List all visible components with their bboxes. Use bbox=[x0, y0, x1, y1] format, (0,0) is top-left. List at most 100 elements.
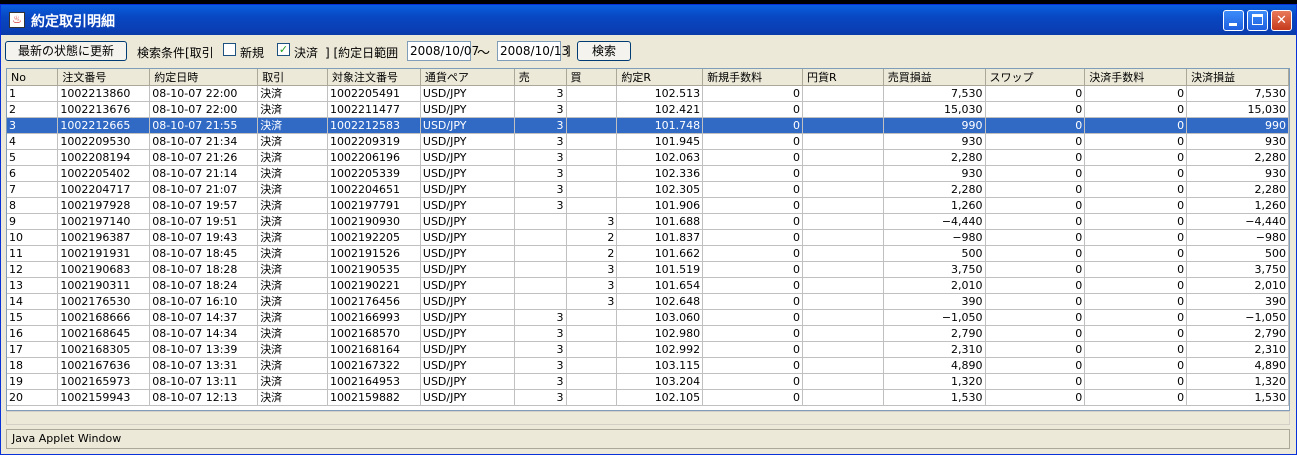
table-cell: 15,030 bbox=[1186, 101, 1289, 118]
table-cell: 1002192205 bbox=[327, 229, 421, 246]
table-cell: 10 bbox=[7, 229, 59, 246]
column-header[interactable]: 約定日時 bbox=[149, 69, 259, 86]
table-row[interactable]: 9 1002197140 08-10-07 19:51 決済 1002190930 USD… bbox=[7, 213, 1289, 230]
table-cell bbox=[566, 197, 618, 214]
table-cell: 3 bbox=[514, 341, 567, 358]
maximize-button[interactable] bbox=[1247, 10, 1268, 31]
table-row[interactable]: 12 1002190683 08-10-07 18:28 決済 1002190535 US… bbox=[7, 261, 1289, 278]
table-cell: 0 bbox=[1084, 165, 1188, 182]
table-row[interactable]: 4 1002209530 08-10-07 21:34 決済 1002209319 USD… bbox=[7, 133, 1289, 150]
table-row[interactable]: 5 1002208194 08-10-07 21:26 決済 1002206196 USD… bbox=[7, 149, 1289, 166]
close-button[interactable]: ✕ bbox=[1271, 10, 1292, 31]
column-header[interactable]: スワップ bbox=[985, 69, 1086, 86]
table-cell: 0 bbox=[1084, 261, 1188, 278]
table-row[interactable]: 3 1002212665 08-10-07 21:55 決済 1002212583 USD… bbox=[7, 117, 1289, 134]
date-to-input[interactable]: 2008/10/13 bbox=[497, 41, 569, 61]
horizontal-scrollbar[interactable] bbox=[6, 411, 1290, 425]
table-cell bbox=[566, 165, 618, 182]
table-cell: 0 bbox=[1084, 197, 1188, 214]
table-cell: 1002197928 bbox=[57, 197, 151, 214]
table-row[interactable]: 14 1002176530 08-10-07 16:10 決済 1002176456 US… bbox=[7, 293, 1289, 310]
table-row[interactable]: 16 1002168645 08-10-07 14:34 決済 1002168570 US… bbox=[7, 325, 1289, 342]
table-cell: USD/JPY bbox=[420, 389, 515, 406]
date-range-label: ] [約定日範囲 bbox=[325, 46, 399, 60]
table-cell: USD/JPY bbox=[420, 165, 515, 182]
table-row[interactable]: 2 1002213676 08-10-07 22:00 決済 1002211477 USD… bbox=[7, 101, 1289, 118]
column-header[interactable]: 約定R bbox=[616, 69, 704, 86]
table-row[interactable]: 19 1002165973 08-10-07 13:11 決済 1002164953 US… bbox=[7, 373, 1289, 390]
table-cell: 102.421 bbox=[616, 101, 704, 118]
table-cell: 0 bbox=[1084, 101, 1188, 118]
table-cell: 2,310 bbox=[1186, 341, 1289, 358]
column-header[interactable]: 取引 bbox=[257, 69, 328, 86]
table-cell: 4,890 bbox=[1186, 357, 1289, 374]
column-header[interactable]: 決済損益 bbox=[1186, 69, 1289, 86]
table-row[interactable]: 10 1002196387 08-10-07 19:43 決済 1002192205 US… bbox=[7, 229, 1289, 246]
table-cell: 103.204 bbox=[616, 373, 704, 390]
table-row[interactable]: 6 1002205402 08-10-07 21:14 決済 1002205339 USD… bbox=[7, 165, 1289, 182]
table-cell bbox=[514, 261, 567, 278]
refresh-button[interactable]: 最新の状態に更新 bbox=[5, 41, 127, 61]
table-cell: 0 bbox=[702, 309, 803, 326]
table-cell bbox=[514, 213, 567, 230]
table-cell bbox=[802, 341, 884, 358]
column-header[interactable]: 買 bbox=[566, 69, 618, 86]
column-header[interactable]: 売 bbox=[514, 69, 567, 86]
table-cell: 1002164953 bbox=[327, 373, 421, 390]
column-header[interactable]: No bbox=[7, 69, 59, 86]
table-row[interactable]: 20 1002159943 08-10-07 12:13 決済 1002159882 US… bbox=[7, 389, 1289, 406]
table-cell: 101.662 bbox=[616, 245, 704, 262]
table-row[interactable]: 11 1002191931 08-10-07 18:45 決済 1002191526 US… bbox=[7, 245, 1289, 262]
column-header[interactable]: 売買損益 bbox=[883, 69, 986, 86]
table-row[interactable]: 7 1002204717 08-10-07 21:07 決済 1002204651 USD… bbox=[7, 181, 1289, 198]
table-row[interactable]: 15 1002168666 08-10-07 14:37 決済 1002166993 US… bbox=[7, 309, 1289, 326]
range-tilde: ～ bbox=[477, 46, 491, 61]
table-cell: 0 bbox=[1084, 85, 1188, 102]
table-cell: −1,050 bbox=[1186, 309, 1289, 326]
table-row[interactable]: 13 1002190311 08-10-07 18:24 決済 1002190221 US… bbox=[7, 277, 1289, 294]
table-cell: 0 bbox=[1084, 133, 1188, 150]
table-cell: 0 bbox=[702, 229, 803, 246]
table-row[interactable]: 18 1002167636 08-10-07 13:31 決済 1002167322 US… bbox=[7, 357, 1289, 374]
column-header[interactable]: 対象注文番号 bbox=[327, 69, 421, 86]
column-header[interactable]: 通貨ペア bbox=[420, 69, 515, 86]
table-cell: 2,310 bbox=[883, 341, 986, 358]
table-cell: 08-10-07 21:07 bbox=[149, 181, 259, 198]
table-cell: 決済 bbox=[257, 261, 328, 278]
table-cell: 1002167322 bbox=[327, 357, 421, 374]
table-row[interactable]: 8 1002197928 08-10-07 19:57 決済 1002197791 USD… bbox=[7, 197, 1289, 214]
table-cell: 930 bbox=[883, 165, 986, 182]
table-cell: 08-10-07 14:34 bbox=[149, 325, 259, 342]
table-cell bbox=[802, 373, 884, 390]
column-header[interactable]: 決済手数料 bbox=[1084, 69, 1188, 86]
minimize-button[interactable] bbox=[1223, 10, 1244, 31]
table-cell: 1002165973 bbox=[57, 373, 151, 390]
table-cell: 決済 bbox=[257, 373, 328, 390]
table-cell: 4 bbox=[7, 133, 59, 150]
table-cell bbox=[566, 309, 618, 326]
title-bar[interactable]: ♨ 約定取引明細 ✕ bbox=[1, 5, 1296, 35]
new-checkbox[interactable] bbox=[223, 43, 236, 56]
table-cell: 0 bbox=[985, 165, 1086, 182]
table-cell: 0 bbox=[1084, 149, 1188, 166]
settle-checkbox[interactable]: ✓ bbox=[277, 43, 290, 56]
table-cell bbox=[566, 149, 618, 166]
date-from-input[interactable]: 2008/10/07 bbox=[407, 41, 479, 61]
close-icon: ✕ bbox=[1276, 13, 1287, 28]
table-row[interactable]: 1 1002213860 08-10-07 22:00 決済 1002205491 USD… bbox=[7, 85, 1289, 102]
table-cell: 3 bbox=[566, 277, 618, 294]
table-cell: 決済 bbox=[257, 229, 328, 246]
table-cell: 1002190311 bbox=[57, 277, 151, 294]
table-cell: 決済 bbox=[257, 101, 328, 118]
table-cell: 1002211477 bbox=[327, 101, 421, 118]
java-app-icon[interactable]: ♨ bbox=[9, 12, 25, 28]
column-header[interactable]: 新規手数料 bbox=[702, 69, 803, 86]
table-cell bbox=[802, 309, 884, 326]
column-header[interactable]: 円貨R bbox=[802, 69, 884, 86]
table-cell: 0 bbox=[702, 245, 803, 262]
table-row[interactable]: 17 1002168305 08-10-07 13:39 決済 1002168164 US… bbox=[7, 341, 1289, 358]
search-button[interactable]: 検索 bbox=[577, 41, 631, 61]
column-header[interactable]: 注文番号 bbox=[57, 69, 151, 86]
table-cell: 決済 bbox=[257, 181, 328, 198]
table-cell: 2,280 bbox=[883, 181, 986, 198]
